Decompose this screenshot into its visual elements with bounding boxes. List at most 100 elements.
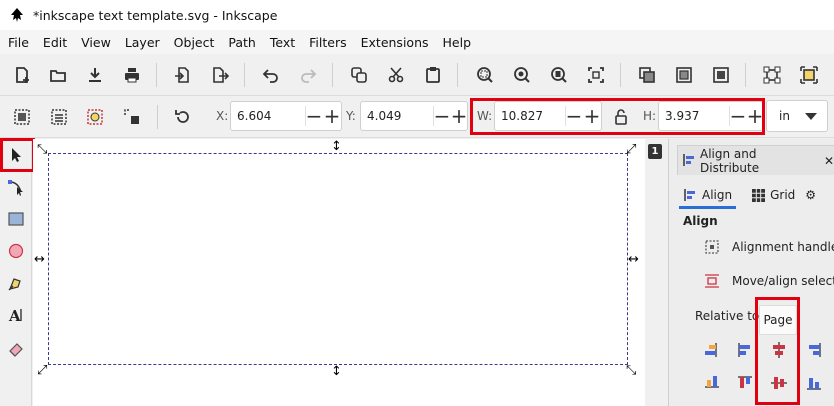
align-left-edge-icon	[738, 343, 750, 357]
center-horizontal-axis-button[interactable]	[768, 372, 790, 394]
group-icon	[639, 67, 655, 83]
y-increment-button[interactable]: +	[450, 106, 468, 126]
snap-nodes-button[interactable]	[759, 62, 785, 88]
height-decrement-button[interactable]: −	[729, 106, 747, 126]
x-decrement-button[interactable]: −	[305, 106, 323, 126]
center-vertical-axis-button[interactable]	[768, 339, 790, 361]
title-bar: *inkscape text template.svg - Inkscape	[0, 0, 834, 30]
resize-handle-s[interactable]: ↕	[331, 365, 342, 378]
menu-path[interactable]: Path	[221, 35, 262, 50]
height-input[interactable]	[659, 109, 719, 123]
width-increment-button[interactable]: +	[583, 106, 601, 126]
align-right-icon	[809, 343, 821, 357]
undo-icon	[262, 69, 278, 83]
cut-button[interactable]	[383, 62, 409, 88]
width-field[interactable]: − +	[494, 101, 602, 131]
menu-file[interactable]: File	[1, 35, 36, 50]
cut-icon	[388, 67, 404, 83]
menu-object[interactable]: Object	[167, 35, 222, 50]
gear-icon[interactable]: ⚙	[805, 188, 816, 202]
node-tool[interactable]	[3, 174, 29, 200]
menu-view[interactable]: View	[74, 35, 118, 50]
width-decrement-button[interactable]: −	[565, 106, 583, 126]
import-button[interactable]	[170, 62, 196, 88]
relative-to-select[interactable]: Page	[759, 305, 797, 335]
rectangle-tool[interactable]	[3, 206, 29, 232]
y-decrement-button[interactable]: −	[433, 106, 451, 126]
group-button[interactable]	[634, 62, 660, 88]
menu-edit[interactable]: Edit	[36, 35, 74, 50]
align-bottom-edges-button[interactable]	[803, 372, 825, 394]
export-button[interactable]	[207, 62, 233, 88]
align-right-edges-button[interactable]	[803, 339, 825, 361]
rotate-ccw-button[interactable]	[170, 104, 196, 130]
resize-handle-nw[interactable]: ⤡	[37, 143, 47, 156]
print-button[interactable]	[119, 62, 145, 88]
menu-text[interactable]: Text	[263, 35, 302, 50]
undo-button[interactable]	[258, 62, 284, 88]
resize-handle-w[interactable]: ↔	[34, 253, 45, 266]
x-input[interactable]	[231, 109, 291, 123]
new-document-button[interactable]	[9, 62, 35, 88]
select-same-button[interactable]	[82, 104, 108, 130]
vertical-scrollbar[interactable]	[646, 139, 666, 406]
align-bottom-to-top-button[interactable]	[701, 372, 723, 394]
paste-icon	[426, 67, 440, 83]
close-icon[interactable]: ✕	[824, 154, 834, 168]
menu-extensions[interactable]: Extensions	[354, 35, 436, 50]
eraser-tool[interactable]	[3, 336, 29, 362]
align-right-to-left-button[interactable]	[701, 339, 723, 361]
height-field[interactable]: − +	[658, 101, 764, 131]
open-button[interactable]	[45, 62, 71, 88]
lock-open-icon	[615, 109, 627, 125]
snap-bbox-button[interactable]	[796, 62, 822, 88]
resize-handle-e[interactable]: ↔	[628, 253, 639, 266]
document-page[interactable]	[48, 153, 628, 365]
menu-help[interactable]: Help	[436, 35, 479, 50]
duplicate-button[interactable]	[346, 62, 372, 88]
separator	[244, 63, 245, 87]
width-input[interactable]	[495, 109, 555, 123]
resize-handle-n[interactable]: ↕	[331, 140, 342, 153]
zoom-drawing-icon	[514, 67, 530, 83]
selector-tool[interactable]	[3, 142, 29, 168]
select-all-button[interactable]	[9, 104, 35, 130]
redo-button[interactable]	[295, 62, 321, 88]
menu-filters[interactable]: Filters	[302, 35, 353, 50]
subtab-align[interactable]: Align	[677, 181, 738, 209]
canvas[interactable]: ⤡ ↕ ⤢ ↔ ↔ ⤢ ↕ ⤡	[33, 139, 645, 406]
paste-button[interactable]	[420, 62, 446, 88]
pen-tool[interactable]	[3, 270, 29, 296]
select-all-layers-button[interactable]	[46, 104, 72, 130]
y-input[interactable]	[361, 109, 421, 123]
text-tool[interactable]: A	[3, 302, 29, 328]
alignment-handles-row[interactable]: Alignment handles	[703, 238, 834, 256]
zoom-drawing-button[interactable]	[509, 62, 535, 88]
zoom-page-button[interactable]	[546, 62, 572, 88]
zoom-selection-button[interactable]	[472, 62, 498, 88]
resize-handle-sw[interactable]: ⤢	[37, 364, 47, 377]
select-same-icon	[87, 109, 103, 125]
save-button[interactable]	[82, 62, 108, 88]
menu-layer[interactable]: Layer	[118, 35, 167, 50]
x-increment-button[interactable]: +	[323, 106, 341, 126]
subtab-grid[interactable]: Grid	[746, 181, 801, 209]
separator	[332, 63, 333, 87]
x-field[interactable]: − +	[230, 101, 342, 131]
ellipse-tool[interactable]	[3, 238, 29, 264]
align-left-edges-button[interactable]	[734, 339, 756, 361]
unit-select[interactable]: in	[766, 100, 828, 132]
align-top-edges-button[interactable]	[734, 372, 756, 394]
clone-button[interactable]	[708, 62, 734, 88]
deselect-button[interactable]	[119, 104, 145, 130]
resize-handle-se[interactable]: ⤡	[626, 364, 636, 377]
zoom-fit-button[interactable]	[583, 62, 609, 88]
resize-handle-ne[interactable]: ⤢	[626, 143, 636, 156]
ungroup-button[interactable]	[671, 62, 697, 88]
separator	[457, 63, 458, 87]
height-increment-button[interactable]: +	[746, 106, 764, 126]
lock-ratio-button[interactable]	[608, 104, 634, 130]
y-field[interactable]: − +	[360, 101, 468, 131]
move-align-row[interactable]: Move/align selectic	[703, 272, 834, 290]
dock-tab-align[interactable]: Align and Distribute ✕	[677, 145, 834, 175]
